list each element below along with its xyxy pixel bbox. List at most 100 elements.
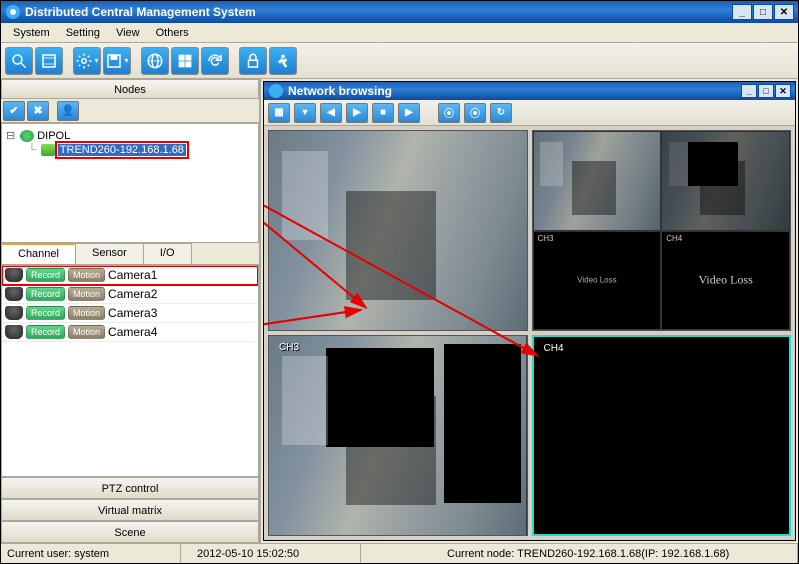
status-user: Current user: system	[1, 544, 181, 563]
maximize-button[interactable]: □	[753, 4, 773, 20]
nodes-header: Nodes	[1, 79, 259, 99]
view-toolbar: ▦ ▾ ◀ ▶ ■ ▶ ⦿ ⦿ ↻	[264, 100, 795, 126]
inner-titlebar[interactable]: Network browsing _ □ ✕	[264, 82, 795, 100]
node-icon	[20, 130, 34, 142]
record-badge: Record	[26, 325, 65, 339]
video-cell-3[interactable]: CH3	[268, 335, 528, 536]
tab-io[interactable]: I/O	[143, 243, 192, 264]
lock-button[interactable]	[239, 47, 267, 75]
scene-button[interactable]: Scene	[1, 521, 259, 543]
left-tabs: Channel Sensor I/O	[1, 243, 259, 265]
subcell-3[interactable]: CH3 Video Loss	[533, 231, 662, 331]
save-button[interactable]	[103, 47, 131, 75]
stop-button[interactable]: ■	[372, 103, 394, 123]
layout-button[interactable]: ▦	[268, 103, 290, 123]
globe-icon	[146, 52, 164, 70]
cycle-button[interactable]: ↻	[490, 103, 512, 123]
gear-icon	[75, 52, 93, 70]
film-icon	[40, 52, 58, 70]
snapshot-button[interactable]: ⦿	[438, 103, 460, 123]
tab-sensor[interactable]: Sensor	[75, 243, 144, 264]
check-button[interactable]: ✔	[3, 101, 25, 121]
play-button[interactable]: ▶	[346, 103, 368, 123]
user-button[interactable]	[269, 47, 297, 75]
globe-button[interactable]	[141, 47, 169, 75]
sub-ch-label: CH3	[538, 234, 554, 243]
right-panel: Network browsing _ □ ✕ ▦ ▾ ◀ ▶ ■ ▶ ⦿	[261, 79, 798, 543]
film-button[interactable]	[35, 47, 63, 75]
record-badge: Record	[26, 268, 65, 282]
menu-setting[interactable]: Setting	[58, 25, 108, 41]
gear-button[interactable]	[73, 47, 101, 75]
motion-badge: Motion	[68, 287, 105, 301]
inner-maximize-button[interactable]: □	[758, 84, 774, 98]
menu-view[interactable]: View	[108, 25, 148, 41]
menu-others[interactable]: Others	[148, 25, 197, 41]
record-button[interactable]: ⦿	[464, 103, 486, 123]
tree-root-label: DIPOL	[37, 130, 70, 142]
channel-label: CH3	[279, 342, 299, 353]
minimize-button[interactable]: _	[732, 4, 752, 20]
camera-row[interactable]: Record Motion Camera2	[2, 285, 258, 304]
tab-channel[interactable]: Channel	[1, 243, 76, 264]
status-bar: Current user: system 2012-05-10 15:02:50…	[1, 543, 798, 563]
lock-icon	[244, 52, 262, 70]
status-time: 2012-05-10 15:02:50	[191, 544, 361, 563]
refresh-button[interactable]	[201, 47, 229, 75]
nodes-toolbar: ✔ ✖ 👤	[1, 99, 259, 123]
virtual-matrix-button[interactable]: Virtual matrix	[1, 499, 259, 521]
inner-minimize-button[interactable]: _	[741, 84, 757, 98]
camera-icon	[5, 268, 23, 282]
titlebar[interactable]: Distributed Central Management System _ …	[1, 1, 798, 23]
tree-child-label: TREND260-192.168.1.68	[58, 144, 186, 156]
video-loss-small: Video Loss	[577, 276, 616, 285]
left-panel: Nodes ✔ ✖ 👤 DIPOL TREND260-192.168.1.68 …	[1, 79, 261, 543]
camera-row[interactable]: Record Motion Camera4	[2, 323, 258, 342]
subcell-1[interactable]	[533, 131, 662, 231]
camera-name: Camera4	[108, 325, 157, 339]
video-cell-4[interactable]: CH4	[532, 335, 792, 536]
camera-icon	[5, 287, 23, 301]
inner-window: Network browsing _ □ ✕ ▦ ▾ ◀ ▶ ■ ▶ ⦿	[263, 81, 796, 541]
main-toolbar	[1, 43, 798, 79]
ptz-button[interactable]: PTZ control	[1, 477, 259, 499]
search-button[interactable]	[5, 47, 33, 75]
camera-icon	[5, 306, 23, 320]
video-loss-text: Video Loss	[698, 273, 752, 288]
grid-icon	[176, 52, 194, 70]
camera-row[interactable]: Record Motion Camera3	[2, 304, 258, 323]
inner-title: Network browsing	[288, 84, 741, 98]
camera-list[interactable]: Record Motion Camera1 Record Motion Came…	[1, 265, 259, 477]
close-button[interactable]: ✕	[774, 4, 794, 20]
device-tree[interactable]: DIPOL TREND260-192.168.1.68	[1, 123, 259, 243]
uncheck-button[interactable]: ✖	[27, 101, 49, 121]
camera-row[interactable]: Record Motion Camera1	[2, 266, 258, 285]
camera-name: Camera2	[108, 287, 157, 301]
inner-app-icon	[268, 83, 284, 99]
grid-button[interactable]	[171, 47, 199, 75]
menu-system[interactable]: System	[5, 25, 58, 41]
person-button[interactable]: 👤	[57, 101, 79, 121]
window-title: Distributed Central Management System	[25, 5, 732, 19]
subcell-4[interactable]: CH4Video Loss	[661, 231, 790, 331]
record-badge: Record	[26, 287, 65, 301]
prev-button[interactable]: ◀	[320, 103, 342, 123]
tree-root[interactable]: DIPOL	[6, 128, 254, 143]
next-button[interactable]: ▶	[398, 103, 420, 123]
save-icon	[105, 52, 123, 70]
video-feed	[269, 336, 527, 535]
motion-badge: Motion	[68, 325, 105, 339]
channel-label: CH4	[544, 343, 564, 354]
layout-dropdown-button[interactable]: ▾	[294, 103, 316, 123]
subcell-2[interactable]	[661, 131, 790, 231]
video-cell-2[interactable]: CH3 Video Loss CH4Video Loss	[532, 130, 792, 331]
status-node: Current node: TREND260-192.168.1.68(IP: …	[441, 544, 798, 563]
tree-child[interactable]: TREND260-192.168.1.68	[28, 143, 254, 157]
motion-badge: Motion	[68, 268, 105, 282]
inner-close-button[interactable]: ✕	[775, 84, 791, 98]
video-cell-1[interactable]	[268, 130, 528, 331]
motion-badge: Motion	[68, 306, 105, 320]
menubar: System Setting View Others	[1, 23, 798, 43]
running-man-icon	[274, 52, 292, 70]
video-grid: CH3 Video Loss CH4Video Loss CH3 CH4	[264, 126, 795, 540]
